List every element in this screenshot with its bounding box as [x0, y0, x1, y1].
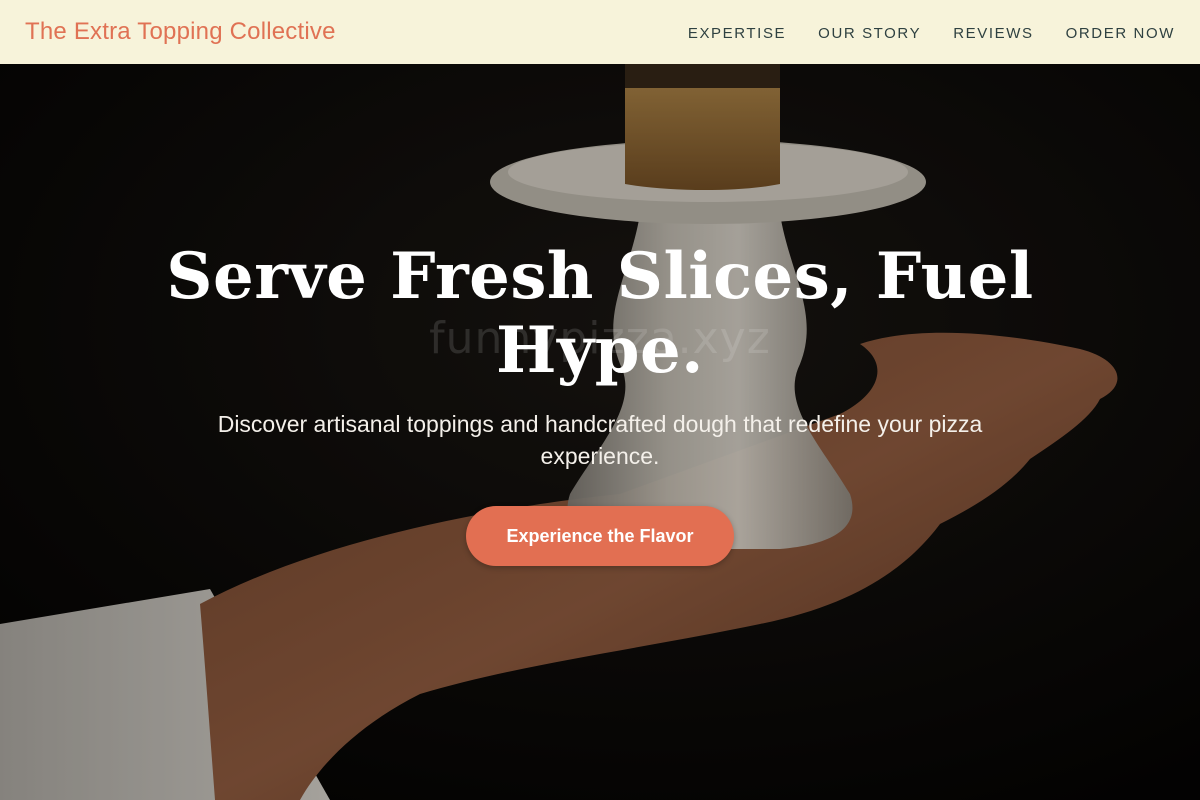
- hero-subtitle: Discover artisanal toppings and handcraf…: [217, 411, 983, 469]
- nav-link-reviews[interactable]: REVIEWS: [953, 25, 1033, 42]
- landing-page: The Extra Topping Collective EXPERTISE O…: [0, 0, 1200, 800]
- experience-flavor-button[interactable]: Experience the Flavor: [466, 506, 734, 566]
- brand-logo-link[interactable]: The Extra Topping Collective: [25, 18, 336, 46]
- nav-item-expertise: EXPERTISE: [688, 23, 786, 42]
- nav-link-expertise[interactable]: EXPERTISE: [688, 25, 786, 42]
- top-navigation-bar: The Extra Topping Collective EXPERTISE O…: [0, 0, 1200, 64]
- hero-title: Serve Fresh Slices, Fuel Hype.: [166, 239, 1034, 388]
- nav-item-reviews: REVIEWS: [953, 23, 1033, 42]
- nav-link-order-now[interactable]: ORDER NOW: [1066, 25, 1175, 42]
- hero-content: Serve Fresh Slices, Fuel Hype. Discover …: [150, 240, 1050, 566]
- nav-link-our-story[interactable]: OUR STORY: [818, 25, 921, 42]
- nav-item-order-now: ORDER NOW: [1066, 23, 1175, 42]
- nav-item-our-story: OUR STORY: [818, 23, 921, 42]
- nav-links: EXPERTISE OUR STORY REVIEWS ORDER NOW: [688, 23, 1175, 42]
